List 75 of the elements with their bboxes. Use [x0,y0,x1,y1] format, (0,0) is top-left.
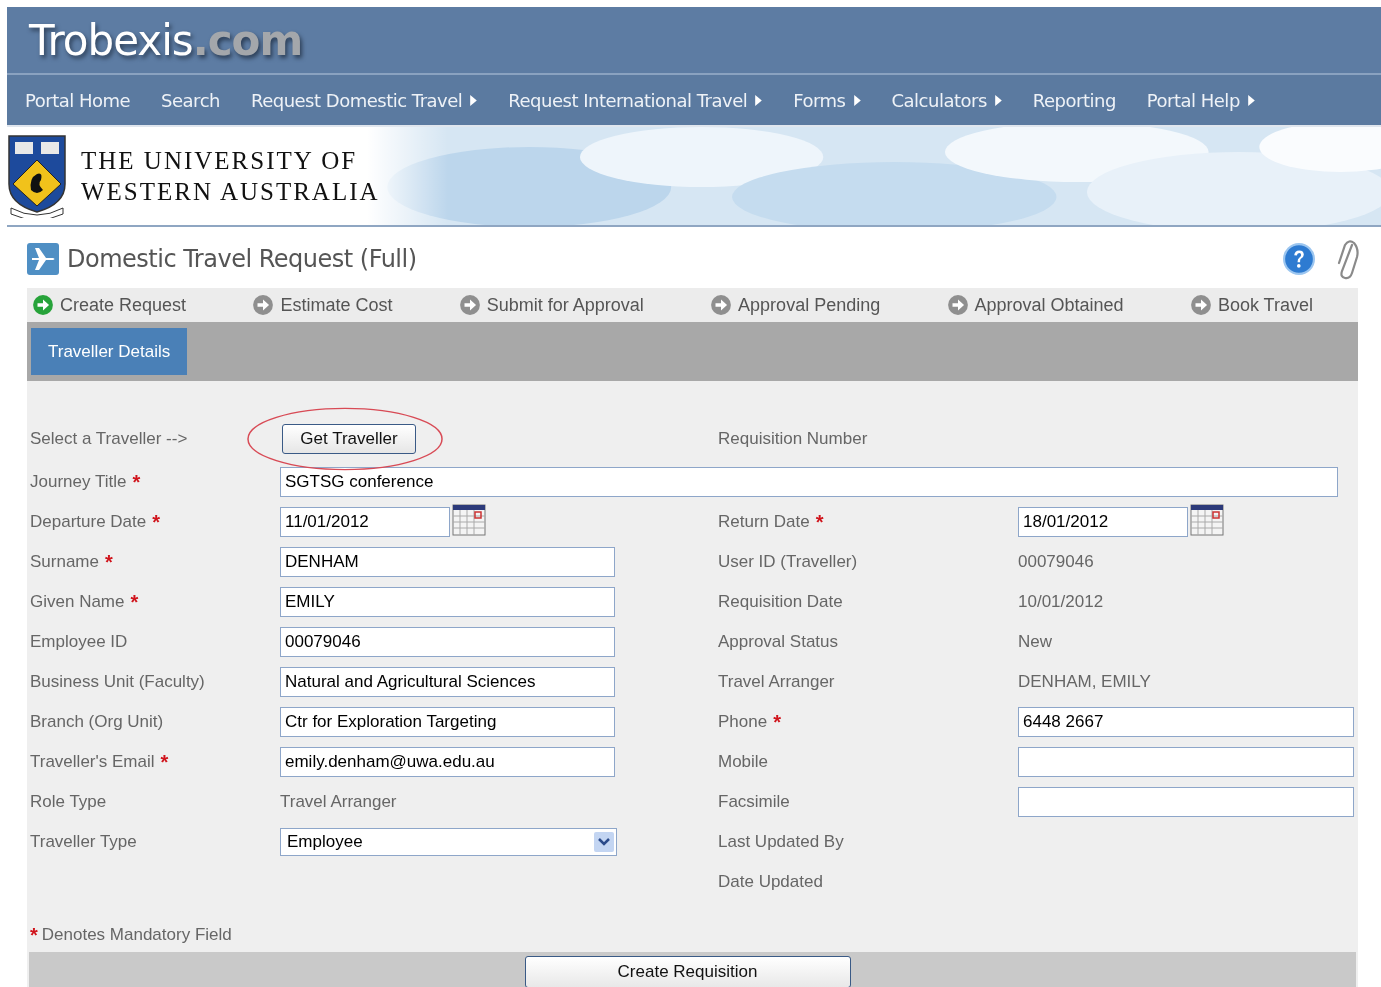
field-label: Given Name [30,592,125,612]
field-label: Phone [718,712,768,732]
field-label: Facsimile [718,792,790,812]
required-mark: * [105,550,113,574]
nav-link[interactable]: Request Domestic Travel [250,89,478,111]
required-mark: * [815,510,824,534]
nav-link[interactable]: Portal Help [1146,89,1255,111]
create-requisition-button[interactable]: Create Requisition [524,956,851,987]
nav-link[interactable]: Portal Home [25,89,131,111]
workflow-step: Approval Pending [738,294,881,316]
get-traveller-button[interactable]: Get Traveller [282,423,416,454]
page-title: Domestic Travel Request (Full) [67,245,417,273]
input-field[interactable]: 6448 2667 [1018,707,1354,737]
field-label: Approval Status [718,632,838,652]
nav-link[interactable]: Reporting [1032,89,1116,111]
plane-icon [27,243,59,275]
input-field[interactable]: DENHAM [280,547,615,577]
site-logo[interactable]: Trobexis.com [29,15,303,65]
nav-link[interactable]: Request International Travel [508,89,763,111]
field-label: Travel Arranger [718,672,835,692]
field-label: Return Date [718,512,810,532]
calendar-icon[interactable] [452,504,486,536]
field-label: Date Updated [718,872,823,892]
field-label: Requisition Date [718,592,843,612]
required-mark: * [160,750,169,774]
tab[interactable]: Traveller Details [31,328,188,375]
workflow-step: Create Request [60,294,187,316]
workflow-step: Book Travel [1217,294,1313,316]
input-field[interactable]: emily.denham@uwa.edu.au [280,747,615,777]
required-mark: * [130,590,139,614]
dropdown[interactable]: Employee [280,828,617,856]
nav-link[interactable]: Forms [793,89,861,111]
date-field[interactable]: 18/01/2012 [1018,507,1188,537]
input-field[interactable]: 00079046 [280,627,615,657]
required-mark: * [132,470,141,494]
field-label: Traveller Type [30,832,137,852]
input-field[interactable] [1018,747,1354,777]
input-field[interactable] [1018,787,1354,817]
input-field[interactable]: SGTSG conference [280,467,1338,497]
field-label: Surname [30,552,99,572]
required-mark: * [152,510,161,534]
nav-link[interactable]: Search [161,89,220,111]
help-icon[interactable] [1283,243,1315,275]
field-label: Branch (Org Unit) [30,712,164,732]
calendar-icon[interactable] [1190,504,1224,536]
field-label: Mobile [718,752,769,772]
field-label: Traveller's Email [30,752,155,772]
input-field[interactable]: Natural and Agricultural Sciences [280,667,615,697]
mandatory-note: Denotes Mandatory Field [41,925,232,945]
chevron-down-icon [594,831,614,853]
workflow-step: Estimate Cost [280,294,393,316]
field-label: Business Unit (Faculty) [30,672,205,692]
field-value: 00079046 [1018,552,1094,572]
field-value: Travel Arranger [280,792,397,812]
field-label: Employee ID [30,632,128,652]
field-value: New [1018,632,1052,652]
date-field[interactable]: 11/01/2012 [280,507,450,537]
input-field[interactable]: EMILY [280,587,615,617]
field-value: 10/01/2012 [1018,592,1104,612]
nav-link[interactable]: Calculators [891,89,1002,111]
field-label: Departure Date [30,512,147,532]
required-mark: * [30,923,38,947]
workflow-step: Submit for Approval [486,294,644,316]
field-label: Role Type [30,792,107,812]
field-label: Journey Title [30,472,127,492]
field-label: User ID (Traveller) [718,552,858,572]
field-label: Last Updated By [718,832,844,852]
input-field[interactable]: Ctr for Exploration Targeting [280,707,615,737]
field-label: Select a Traveller --> [30,428,188,449]
field-label: Requisition Number [718,428,868,449]
university-name: THE UNIVERSITY OF [81,146,359,176]
workflow-step: Approval Obtained [974,294,1124,316]
university-name: WESTERN AUSTRALIA [81,177,380,207]
field-value: DENHAM, EMILY [1018,672,1151,692]
required-mark: * [773,710,781,734]
